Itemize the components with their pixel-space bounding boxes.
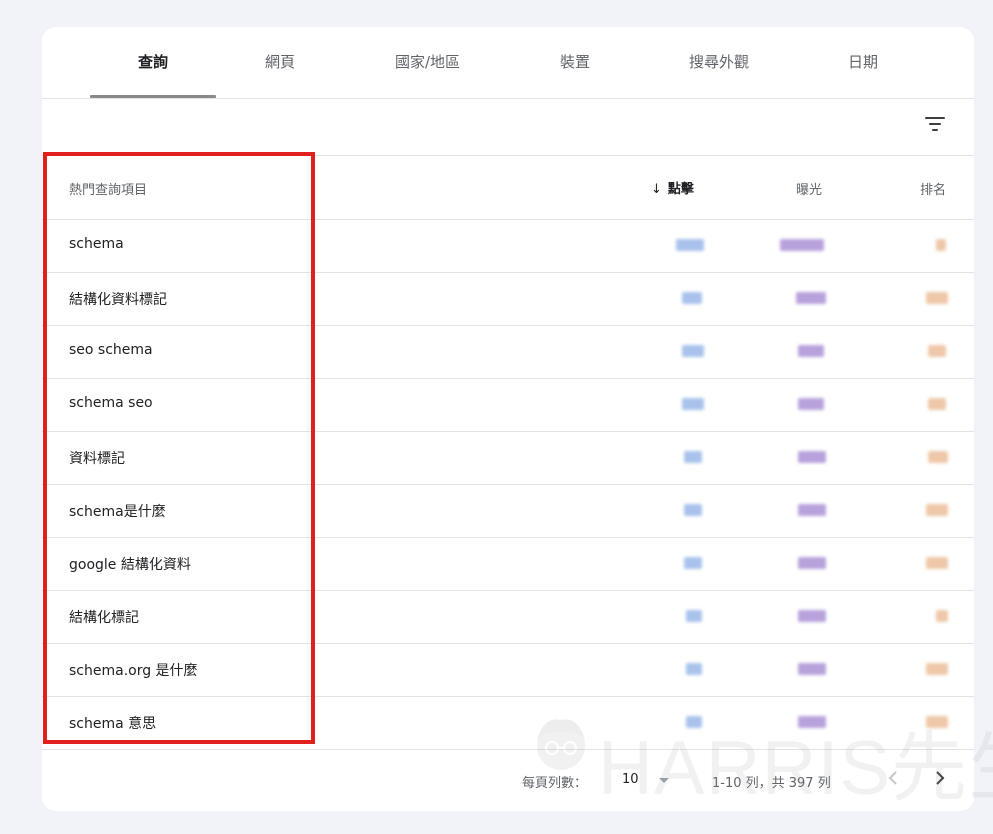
position-value-blurred	[928, 345, 946, 357]
position-value-blurred	[926, 716, 948, 728]
impressions-value-blurred	[798, 716, 826, 728]
clicks-value-blurred	[686, 610, 702, 622]
position-value-blurred	[926, 663, 948, 675]
clicks-value-blurred	[686, 663, 702, 675]
position-value-blurred	[928, 398, 946, 410]
column-header-clicks[interactable]: ↓ 點擊	[651, 178, 694, 197]
clicks-value-blurred	[682, 345, 704, 357]
column-header-clicks-label: 點擊	[667, 182, 694, 197]
query-text: schema.org 是什麼	[69, 663, 198, 679]
clicks-value-blurred	[682, 398, 704, 410]
query-text: 資料標記	[69, 451, 125, 467]
filter-icon[interactable]	[925, 116, 947, 134]
tab-countries[interactable]: 國家/地區	[360, 27, 495, 98]
clicks-value-blurred	[684, 504, 702, 516]
column-header-position[interactable]: 排名	[920, 179, 946, 198]
table-row[interactable]: schema seo	[42, 379, 974, 432]
impressions-value-blurred	[798, 610, 826, 622]
chevron-left-icon	[888, 771, 897, 785]
position-value-blurred	[926, 504, 948, 516]
position-value-blurred	[936, 239, 946, 251]
dimension-tabs: 查詢 網頁 國家/地區 裝置 搜尋外觀 日期	[42, 27, 974, 99]
query-text: google 結構化資料	[69, 557, 191, 573]
impressions-value-blurred	[798, 504, 826, 516]
table-row[interactable]: schema 意思	[42, 697, 974, 750]
rows-per-page-select[interactable]: 10	[622, 772, 639, 787]
rows-per-page-label: 每頁列數：	[522, 776, 588, 791]
impressions-value-blurred	[798, 398, 824, 410]
impressions-value-blurred	[798, 451, 826, 463]
table-row[interactable]: schema是什麼	[42, 485, 974, 538]
active-tab-indicator	[90, 95, 216, 98]
impressions-value-blurred	[798, 557, 826, 569]
pagination-bar: 每頁列數： 10 1-10 列，共 397 列	[42, 752, 974, 811]
table-row[interactable]: seo schema	[42, 326, 974, 379]
query-text: schema	[69, 236, 124, 252]
clicks-value-blurred	[684, 451, 702, 463]
table-row[interactable]: 結構化標記	[42, 591, 974, 644]
arrow-down-icon: ↓	[651, 182, 662, 197]
position-value-blurred	[936, 610, 948, 622]
prev-page-button[interactable]	[884, 767, 904, 789]
position-value-blurred	[926, 557, 948, 569]
table-row[interactable]: google 結構化資料	[42, 538, 974, 591]
chevron-down-icon[interactable]	[659, 778, 669, 783]
table-row[interactable]: schema	[42, 220, 974, 273]
tab-pages[interactable]: 網頁	[218, 27, 342, 98]
impressions-value-blurred	[780, 239, 824, 251]
table-row[interactable]: schema.org 是什麼	[42, 644, 974, 697]
query-text: schema是什麼	[69, 504, 166, 520]
query-text: schema seo	[69, 395, 153, 411]
query-text: schema 意思	[69, 716, 157, 732]
query-text: seo schema	[69, 342, 153, 358]
clicks-value-blurred	[686, 716, 702, 728]
clicks-value-blurred	[684, 557, 702, 569]
tab-query[interactable]: 查詢	[90, 27, 216, 98]
clicks-value-blurred	[676, 239, 704, 251]
query-text: 結構化資料標記	[69, 292, 167, 308]
table-header: 熱門查詢項目 ↓ 點擊 曝光 排名	[42, 156, 974, 220]
position-value-blurred	[928, 451, 948, 463]
table-toolbar	[42, 99, 974, 156]
table-row[interactable]: 資料標記	[42, 432, 974, 485]
tab-dates[interactable]: 日期	[800, 27, 926, 98]
table-row[interactable]: 結構化資料標記	[42, 273, 974, 326]
column-header-query: 熱門查詢項目	[69, 183, 148, 198]
impressions-value-blurred	[798, 663, 826, 675]
next-page-button[interactable]	[930, 767, 950, 789]
impressions-value-blurred	[798, 345, 824, 357]
position-value-blurred	[926, 292, 948, 304]
tab-search-appearance[interactable]: 搜尋外觀	[652, 27, 786, 98]
performance-card: 查詢 網頁 國家/地區 裝置 搜尋外觀 日期 熱門查詢項目 ↓ 點擊 曝光 排名 …	[42, 27, 974, 811]
chevron-right-icon	[936, 771, 945, 785]
pagination-range: 1-10 列，共 397 列	[712, 776, 831, 791]
column-header-impressions[interactable]: 曝光	[796, 179, 822, 198]
query-text: 結構化標記	[69, 610, 139, 626]
impressions-value-blurred	[796, 292, 826, 304]
clicks-value-blurred	[682, 292, 702, 304]
tab-devices[interactable]: 裝置	[512, 27, 638, 98]
